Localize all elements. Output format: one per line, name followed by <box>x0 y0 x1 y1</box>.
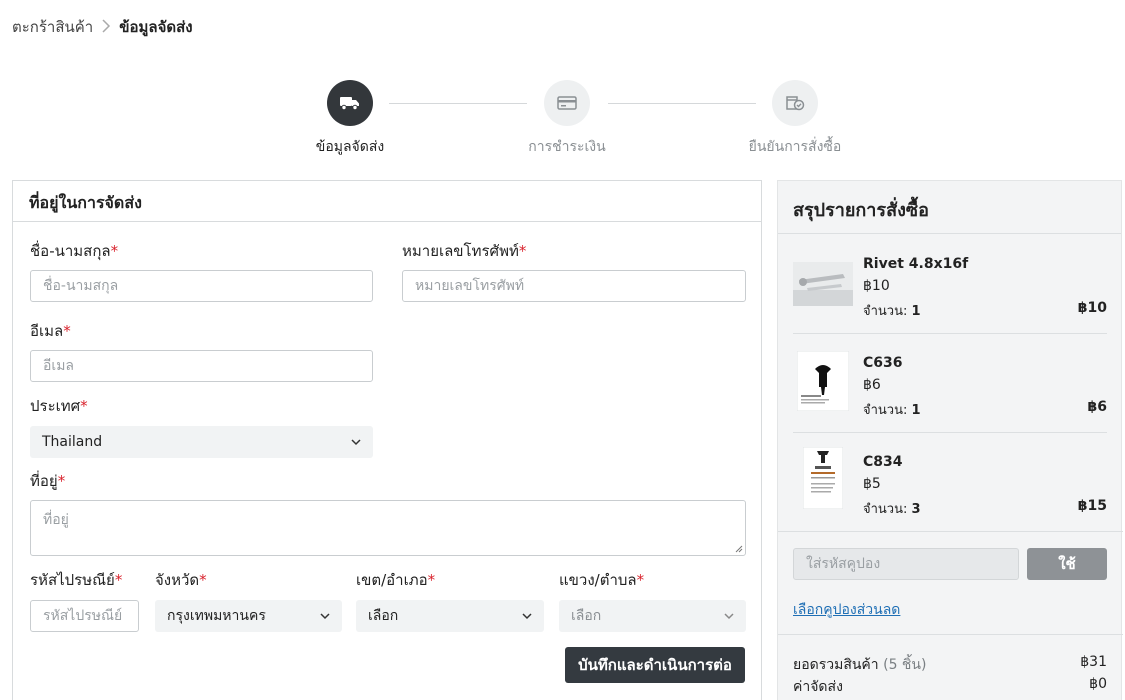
divider <box>778 634 1123 635</box>
item-name: C636 <box>863 355 903 371</box>
apply-coupon-button[interactable]: ใช้ <box>1027 548 1107 580</box>
order-summary: สรุปรายการสั่งซื้อ Rivet 4.8x16f ฿10 จำน… <box>777 180 1123 700</box>
country-label: ประเทศ* <box>30 397 88 415</box>
subdistrict-value: เลือก <box>571 608 602 624</box>
step-connector <box>389 103 527 104</box>
subtotal-value: ฿31 <box>1080 654 1107 670</box>
chevron-right-icon <box>101 18 111 37</box>
breadcrumb-current: ข้อมูลจัดส่ง <box>119 18 193 36</box>
step-label-payment: การชำระเงิน <box>528 139 606 155</box>
step-label-confirm: ยืนยันการสั่งซื้อ <box>748 139 842 155</box>
item-total: ฿6 <box>1087 399 1107 415</box>
summary-title: สรุปรายการสั่งซื้อ <box>778 181 1121 234</box>
coupon-code-input[interactable]: ใส่รหัสคูปอง <box>793 548 1019 580</box>
step-label-shipping: ข้อมูลจัดส่ง <box>315 139 385 155</box>
item-qty: จำนวน: 1 <box>863 304 921 319</box>
chevron-down-icon <box>351 439 361 446</box>
select-coupon-link[interactable]: เลือกคูปองส่วนลด <box>793 599 900 621</box>
subtotal-row: ยอดรวมสินค้า (5 ชิ้น) ฿31 <box>793 654 1107 676</box>
item-total: ฿10 <box>1077 300 1107 316</box>
item-total: ฿15 <box>1077 498 1107 514</box>
summary-item: C834 ฿5 จำนวน: 3 ฿15 <box>793 447 1107 553</box>
item-name: Rivet 4.8x16f <box>863 256 969 272</box>
resize-handle-icon[interactable] <box>735 545 743 553</box>
product-thumbnail-rivet <box>793 254 853 314</box>
item-price: ฿5 <box>863 476 881 492</box>
item-qty: จำนวน: 3 <box>863 502 921 517</box>
item-price: ฿10 <box>863 278 890 294</box>
shipping-row: ค่าจัดส่ง ฿0 <box>793 676 1107 698</box>
chevron-down-icon <box>320 613 330 620</box>
credit-card-icon <box>544 80 590 126</box>
chevron-down-icon <box>522 613 532 620</box>
save-and-continue-button[interactable]: บันทึกและดำเนินการต่อ <box>565 647 745 683</box>
province-label: จังหวัด* <box>155 571 207 589</box>
country-select[interactable]: Thailand <box>30 426 373 458</box>
divider <box>793 432 1107 433</box>
step-connector <box>608 103 756 104</box>
phone-label: หมายเลขโทรศัพท์* <box>402 242 527 260</box>
postcode-field[interactable]: รหัสไปรษณีย์ <box>30 600 139 632</box>
name-label: ชื่อ-นามสกุล* <box>30 242 119 260</box>
divider <box>778 531 1123 532</box>
phone-field[interactable]: หมายเลขโทรศัพท์ <box>402 270 746 302</box>
chevron-down-icon <box>724 613 734 620</box>
item-qty: จำนวน: 1 <box>863 403 921 418</box>
district-label: เขต/อำเภอ* <box>356 571 436 589</box>
summary-item: Rivet 4.8x16f ฿10 จำนวน: 1 ฿10 <box>793 256 1107 355</box>
breadcrumb-cart-link[interactable]: ตะกร้าสินค้า <box>12 15 93 39</box>
divider <box>793 333 1107 334</box>
item-price: ฿6 <box>863 377 881 393</box>
shipping-address-form: ที่อยู่ในการจัดส่ง ชื่อ-นามสกุล* ชื่อ-นา… <box>12 180 762 700</box>
email-label: อีเมล* <box>30 322 71 340</box>
product-thumbnail-c834 <box>793 447 853 509</box>
email-field[interactable]: อีเมล <box>30 350 373 382</box>
address-placeholder: ที่อยู่ <box>43 512 69 528</box>
subtotal-label: ยอดรวมสินค้า (5 ชิ้น) <box>793 657 927 673</box>
truck-icon <box>327 80 373 126</box>
district-value: เลือก <box>368 608 399 624</box>
address-textarea[interactable]: ที่อยู่ <box>30 500 746 556</box>
form-title: ที่อยู่ในการจัดส่ง <box>13 181 761 222</box>
breadcrumb: ตะกร้าสินค้า ข้อมูลจัดส่ง <box>12 16 193 38</box>
item-name: C834 <box>863 454 903 470</box>
province-value: กรุงเทพมหานคร <box>167 608 266 624</box>
subdistrict-label: แขวง/ตำบล* <box>559 571 645 589</box>
checkout-stepper: ข้อมูลจัดส่ง การชำระเงิน ยืนยันการสั่งซื… <box>0 80 1125 160</box>
postcode-label: รหัสไปรษณีย์* <box>30 571 123 589</box>
country-value: Thailand <box>42 434 103 450</box>
address-label: ที่อยู่* <box>30 472 66 490</box>
subdistrict-select[interactable]: เลือก <box>559 600 746 632</box>
shipping-value: ฿0 <box>1089 676 1107 692</box>
name-field[interactable]: ชื่อ-นามสกุล <box>30 270 373 302</box>
summary-item: C636 ฿6 จำนวน: 1 ฿6 <box>793 351 1107 454</box>
order-check-icon <box>772 80 818 126</box>
district-select[interactable]: เลือก <box>356 600 544 632</box>
product-thumbnail-c636 <box>793 351 853 411</box>
shipping-label: ค่าจัดส่ง <box>793 679 843 695</box>
province-select[interactable]: กรุงเทพมหานคร <box>155 600 342 632</box>
